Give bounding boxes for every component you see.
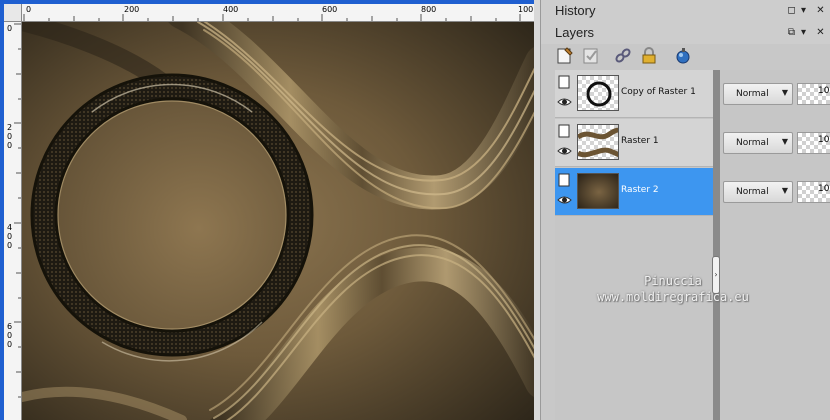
ruler-label: 0 bbox=[6, 241, 13, 250]
layers-list: Copy of Raster 1 Raster 1 Raster 2 bbox=[555, 70, 830, 420]
new-layer-icon[interactable] bbox=[555, 46, 575, 66]
opacity-field[interactable]: 100 bbox=[797, 132, 830, 154]
image-canvas[interactable] bbox=[22, 22, 534, 420]
history-panel-header[interactable]: History ◻ ▾ ✕ bbox=[541, 0, 830, 22]
watermark: Pinuccia www.moldiregrafica.eu bbox=[563, 274, 783, 304]
ruler-label: 2 bbox=[6, 123, 13, 132]
chevron-down-icon[interactable]: ▾ bbox=[797, 4, 810, 17]
blend-mode-select[interactable]: Normal ▼ bbox=[723, 83, 793, 105]
ruler-label: 0 bbox=[6, 232, 13, 241]
ruler-label: 400 bbox=[223, 5, 239, 14]
chevron-down-icon: ▼ bbox=[781, 137, 788, 146]
layer-row-raster-1[interactable]: Raster 1 bbox=[555, 119, 713, 167]
opacity-field[interactable]: 100 bbox=[797, 83, 830, 105]
vertical-ruler-ticks bbox=[14, 23, 21, 398]
layers-panel-header[interactable]: Layers ⧉ ▾ ✕ bbox=[541, 22, 830, 44]
horizontal-ruler[interactable]: 0 200 400 600 800 100 bbox=[22, 4, 534, 22]
opacity-field[interactable]: 100 bbox=[797, 181, 830, 203]
ruler-label: 100 bbox=[518, 5, 534, 14]
layer-name: Copy of Raster 1 bbox=[621, 87, 696, 97]
layers-toolbar bbox=[551, 46, 830, 68]
layer-properties-icon[interactable] bbox=[581, 46, 601, 66]
ruler-label: 0 bbox=[6, 132, 13, 141]
ruler-label: 0 bbox=[26, 5, 32, 14]
close-icon[interactable]: ✕ bbox=[814, 4, 827, 17]
ruler-label: 0 bbox=[6, 331, 13, 340]
vertical-ruler[interactable]: 0 2 0 0 4 0 0 6 0 0 bbox=[4, 22, 22, 420]
ruler-label: 800 bbox=[421, 5, 437, 14]
blend-mode-value: Normal bbox=[736, 187, 769, 197]
ruler-label: 0 bbox=[6, 340, 13, 349]
chevron-down-icon: ▼ bbox=[781, 186, 788, 195]
watermark-url: www.moldiregrafica.eu bbox=[597, 290, 749, 304]
layers-splitter[interactable] bbox=[713, 70, 720, 420]
ruler-corner bbox=[4, 4, 22, 22]
layer-thumbnail bbox=[577, 75, 619, 111]
eye-icon bbox=[562, 148, 567, 154]
layer-visibility-toggle[interactable] bbox=[557, 123, 573, 163]
ruler-label: 6 bbox=[6, 322, 13, 331]
chevron-down-icon[interactable]: ▾ bbox=[797, 26, 810, 39]
layer-name: Raster 1 bbox=[621, 136, 659, 146]
lock-icon[interactable] bbox=[639, 46, 659, 66]
ruler-label: 200 bbox=[124, 5, 140, 14]
link-icon[interactable] bbox=[613, 46, 633, 66]
layer-row-copy-of-raster-1[interactable]: Copy of Raster 1 bbox=[555, 70, 713, 118]
layer-visibility-toggle[interactable] bbox=[557, 74, 573, 114]
layer-thumbnail bbox=[577, 124, 619, 160]
right-panels: History ◻ ▾ ✕ Layers ⧉ ▾ ✕ Copy of Raste… bbox=[540, 0, 830, 420]
layer-thumbnail bbox=[577, 173, 619, 209]
layer-row-raster-2[interactable]: Raster 2 bbox=[555, 168, 713, 216]
ruler-label: 4 bbox=[6, 223, 13, 232]
history-panel-title: History bbox=[555, 3, 596, 18]
mask-icon[interactable] bbox=[673, 46, 693, 66]
chevron-down-icon: ▼ bbox=[781, 88, 788, 97]
opacity-value: 100 bbox=[818, 184, 830, 194]
canvas-artwork bbox=[22, 22, 534, 420]
eye-icon bbox=[562, 99, 567, 105]
layer-name: Raster 2 bbox=[621, 185, 659, 195]
close-icon[interactable]: ✕ bbox=[814, 26, 827, 39]
layers-panel-title: Layers bbox=[555, 25, 595, 40]
opacity-value: 100 bbox=[818, 86, 830, 96]
opacity-value: 100 bbox=[818, 135, 830, 145]
ruler-label: 0 bbox=[6, 24, 13, 33]
canvas-window: 0 200 400 600 800 100 0 2 0 0 4 0 0 6 0 … bbox=[0, 0, 540, 420]
watermark-name: Pinuccia bbox=[644, 274, 702, 288]
blend-mode-value: Normal bbox=[736, 138, 769, 148]
blend-mode-select[interactable]: Normal ▼ bbox=[723, 132, 793, 154]
blend-mode-select[interactable]: Normal ▼ bbox=[723, 181, 793, 203]
eye-icon bbox=[562, 197, 567, 203]
ruler-label: 600 bbox=[322, 5, 338, 14]
blend-mode-value: Normal bbox=[736, 89, 769, 99]
layer-visibility-toggle[interactable] bbox=[557, 172, 573, 212]
horizontal-ruler-ticks bbox=[23, 14, 521, 21]
ruler-label: 0 bbox=[6, 141, 13, 150]
